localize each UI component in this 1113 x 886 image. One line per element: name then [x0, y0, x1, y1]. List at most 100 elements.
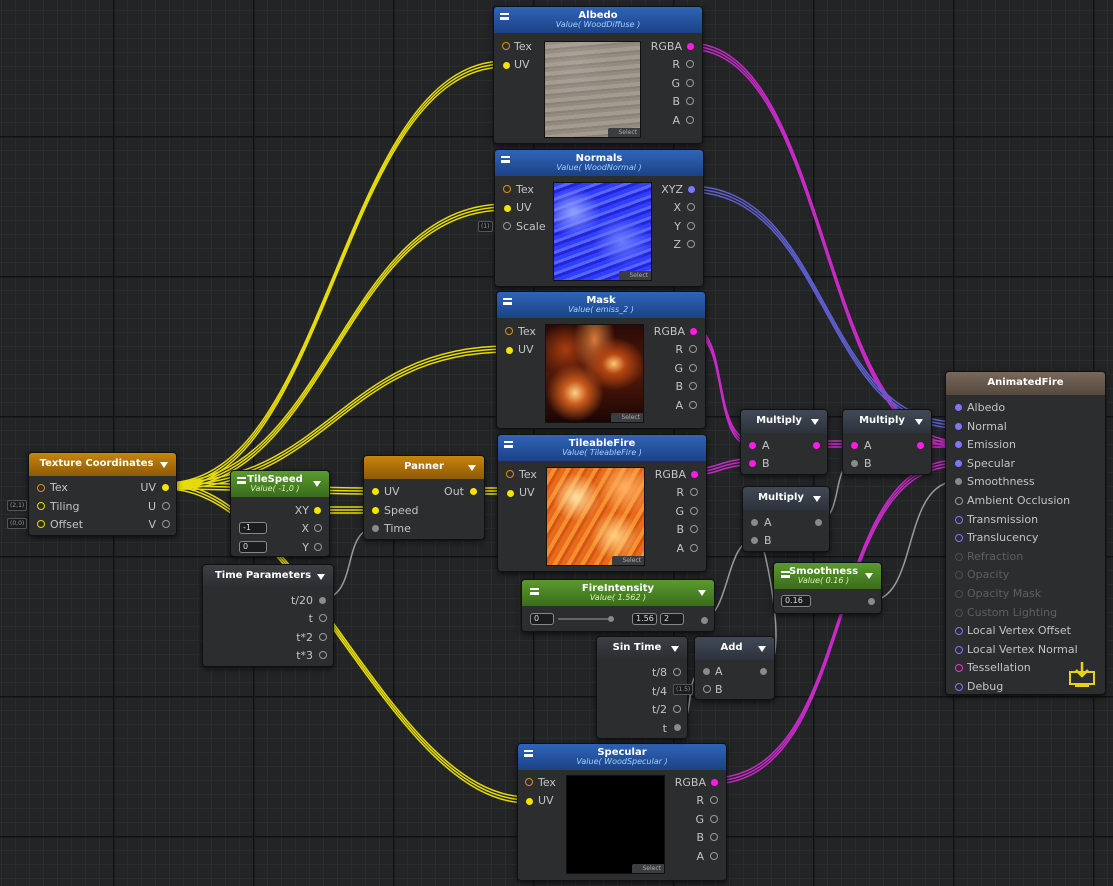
triangle-down-icon[interactable]: [317, 574, 325, 580]
multiply-header[interactable]: Multiply: [843, 410, 931, 433]
uv-input-port[interactable]: [504, 205, 511, 212]
t-output-port[interactable]: [319, 614, 327, 622]
tex-input-port[interactable]: [525, 778, 533, 786]
timeparams-header[interactable]: Time Parameters: [203, 565, 333, 588]
master-input-port[interactable]: [955, 459, 962, 467]
rgba-output-port[interactable]: [687, 43, 694, 50]
hamburger-icon[interactable]: [781, 571, 790, 578]
tiling-default-value[interactable]: (2,1): [7, 500, 28, 511]
a-input-port[interactable]: [751, 519, 758, 526]
rgba-output-port[interactable]: [690, 328, 697, 335]
panner-header[interactable]: Panner: [364, 456, 484, 479]
triangle-down-icon[interactable]: [811, 419, 819, 425]
max-field[interactable]: 2: [660, 613, 684, 625]
r-output-port[interactable]: [689, 345, 697, 353]
master-input-port[interactable]: [955, 627, 963, 636]
albedo-node[interactable]: Albedo Value( WoodDiffuse ) Tex UV Selec…: [493, 6, 703, 144]
select-button[interactable]: Select: [612, 556, 644, 565]
select-button[interactable]: Select: [619, 271, 651, 280]
texture-preview[interactable]: Select: [545, 324, 644, 423]
y-output-port[interactable]: [314, 543, 322, 551]
master-input-port[interactable]: [955, 683, 963, 691]
tilespeed-node[interactable]: TileSpeed Value( -1,0 ) XY -1 X 0 Y: [230, 470, 330, 557]
triangle-down-icon[interactable]: [160, 462, 168, 468]
b-input-port[interactable]: [851, 460, 858, 467]
out-output-port[interactable]: [470, 488, 477, 495]
b-output-port[interactable]: [686, 97, 694, 105]
tex-input-port[interactable]: [503, 185, 511, 193]
add-node[interactable]: Add A B: [694, 636, 775, 700]
t20-output-port[interactable]: [319, 597, 326, 604]
t3-output-port[interactable]: [319, 651, 327, 659]
speed-input-port[interactable]: [372, 507, 379, 514]
texture-preview[interactable]: Select: [566, 775, 665, 874]
b-output-port[interactable]: [689, 382, 697, 390]
r-output-port[interactable]: [710, 796, 718, 804]
min-field[interactable]: 0: [530, 613, 554, 625]
uv-input-port[interactable]: [526, 798, 533, 805]
smoothness-node[interactable]: Smoothness Value( 0.16 ) 0.16: [773, 562, 882, 614]
specular-node[interactable]: Specular Value( WoodSpecular ) Tex UV Se…: [517, 743, 727, 881]
triangle-down-icon[interactable]: [313, 481, 321, 487]
a-output-port[interactable]: [686, 116, 694, 124]
add-b-default-value[interactable]: (1.5): [673, 684, 694, 695]
u-output-port[interactable]: [162, 502, 170, 510]
b-input-port[interactable]: [751, 537, 758, 544]
g-output-port[interactable]: [710, 815, 718, 823]
smoothness-header[interactable]: Smoothness Value( 0.16 ): [774, 563, 881, 589]
master-input-port[interactable]: [955, 534, 963, 543]
panner-node[interactable]: Panner UV Speed Time Out: [363, 455, 485, 540]
result-output-port[interactable]: [760, 668, 767, 675]
tex-input-port[interactable]: [505, 327, 513, 335]
save-download-icon[interactable]: [1067, 660, 1097, 688]
x-output-port[interactable]: [314, 524, 322, 532]
a-output-port[interactable]: [690, 544, 698, 552]
g-output-port[interactable]: [686, 79, 694, 87]
master-input-port[interactable]: [955, 645, 963, 654]
tex-input-port[interactable]: [37, 484, 45, 492]
v-output-port[interactable]: [162, 520, 170, 528]
uv-input-port[interactable]: [503, 62, 510, 69]
value-output-port[interactable]: [701, 617, 708, 624]
master-input-port[interactable]: [955, 590, 963, 598]
b-input-port[interactable]: [703, 685, 711, 693]
rgba-output-port[interactable]: [691, 471, 698, 478]
texture-preview[interactable]: Select: [546, 467, 645, 566]
t2-output-port[interactable]: [673, 705, 681, 713]
normals-header[interactable]: Normals Value( WoodNormal ): [495, 150, 703, 176]
b-input-port[interactable]: [749, 460, 756, 467]
z-output-port[interactable]: [687, 240, 695, 248]
select-button[interactable]: Select: [632, 864, 664, 873]
texture-coordinates-node[interactable]: Texture Coordinates Tex Tiling Offset UV…: [28, 452, 177, 536]
x-output-port[interactable]: [687, 203, 695, 211]
y-value-field[interactable]: 0: [239, 541, 267, 553]
rgba-output-port[interactable]: [711, 779, 718, 786]
result-output-port[interactable]: [917, 442, 924, 449]
multiply-node-3[interactable]: Multiply A B: [742, 486, 830, 552]
g-output-port[interactable]: [689, 364, 697, 372]
r-output-port[interactable]: [690, 488, 698, 496]
tiling-input-port[interactable]: [37, 502, 45, 510]
albedo-header[interactable]: Albedo Value( WoodDiffuse ): [494, 7, 702, 33]
master-header[interactable]: AnimatedFire: [946, 372, 1105, 395]
tileablefire-node[interactable]: TileableFire Value( TileableFire ) Tex U…: [497, 434, 707, 572]
x-value-field[interactable]: -1: [239, 522, 267, 534]
offset-input-port[interactable]: [37, 520, 45, 528]
b-output-port[interactable]: [710, 833, 718, 841]
uv-input-port[interactable]: [507, 490, 514, 497]
r-output-port[interactable]: [686, 60, 694, 68]
multiply-node-1[interactable]: Multiply A B: [740, 409, 828, 475]
a-input-port[interactable]: [703, 668, 710, 675]
select-button[interactable]: Select: [611, 413, 643, 422]
a-output-port[interactable]: [689, 401, 697, 409]
time-parameters-node[interactable]: Time Parameters t/20 t t*2 t*3: [202, 564, 334, 667]
scale-input-port[interactable]: [503, 222, 511, 230]
master-node-animatedfire[interactable]: AnimatedFire Albedo Normal Emission Specula…: [945, 371, 1106, 695]
scale-default-value[interactable]: (1): [478, 221, 493, 232]
t2-output-port[interactable]: [319, 633, 327, 641]
uv-input-port[interactable]: [506, 347, 513, 354]
uv-input-port[interactable]: [372, 488, 379, 495]
multiply-header[interactable]: Multiply: [741, 410, 827, 433]
mask-node[interactable]: Mask Value( emiss_2 ) Tex UV Select RGBA…: [496, 291, 706, 429]
intensity-slider[interactable]: [558, 618, 614, 620]
